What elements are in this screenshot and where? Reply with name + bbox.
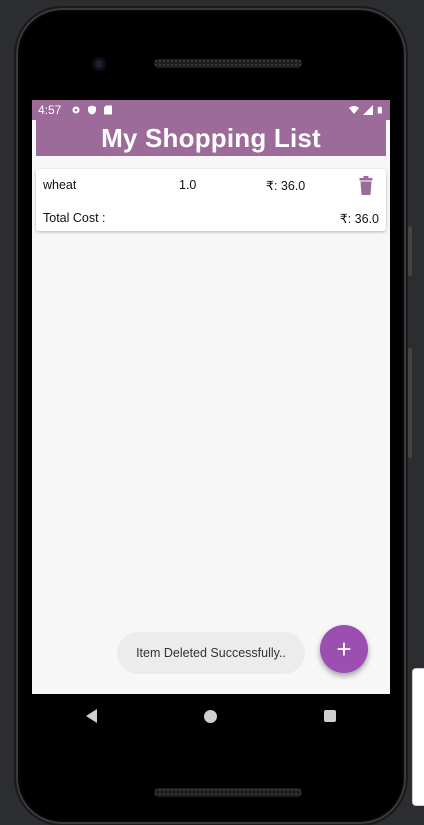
bottom-speaker-grille: [154, 788, 302, 797]
back-button[interactable]: [84, 708, 100, 724]
system-navigation-bar: [32, 694, 390, 738]
power-button[interactable]: [408, 348, 412, 458]
status-time: 4:57: [38, 103, 62, 117]
toast-text: Item Deleted Successfully..: [136, 646, 286, 660]
total-cost-value: ₹: 36.0: [339, 212, 379, 226]
gear-icon: [72, 106, 80, 114]
wifi-icon: [349, 106, 359, 114]
volume-button[interactable]: [408, 226, 412, 276]
status-bar: 4:57: [32, 100, 390, 120]
item-name: wheat: [43, 178, 77, 192]
front-camera: [92, 57, 106, 71]
delete-button[interactable]: [358, 176, 374, 196]
page-title: My Shopping List: [101, 122, 321, 153]
app-screen: 4:57 My Shopping List wheat 1.0 ₹: 36.0 …: [32, 100, 390, 694]
app-bar: My Shopping List: [36, 120, 386, 156]
top-speaker-grille: [154, 59, 302, 68]
back-icon: [86, 709, 98, 723]
home-icon: [204, 709, 218, 723]
home-button[interactable]: [203, 708, 219, 724]
list-item: wheat 1.0 ₹: 36.0 Total Cost : ₹: 36.0: [36, 169, 386, 231]
sd-card-icon: [104, 105, 113, 115]
recents-button[interactable]: [322, 708, 338, 724]
add-item-button[interactable]: +: [320, 625, 368, 673]
signal-icon: [363, 105, 373, 115]
plus-icon: +: [336, 633, 352, 664]
recents-icon: [324, 710, 337, 722]
shield-icon: [88, 105, 97, 115]
trash-icon: [359, 176, 373, 195]
item-quantity: 1.0: [179, 178, 197, 192]
toast-message: Item Deleted Successfully..: [117, 632, 305, 674]
emulator-side-panel: [412, 668, 424, 806]
item-price: ₹: 36.0: [266, 179, 306, 193]
battery-icon: [377, 106, 382, 114]
total-cost-label: Total Cost :: [43, 211, 106, 225]
